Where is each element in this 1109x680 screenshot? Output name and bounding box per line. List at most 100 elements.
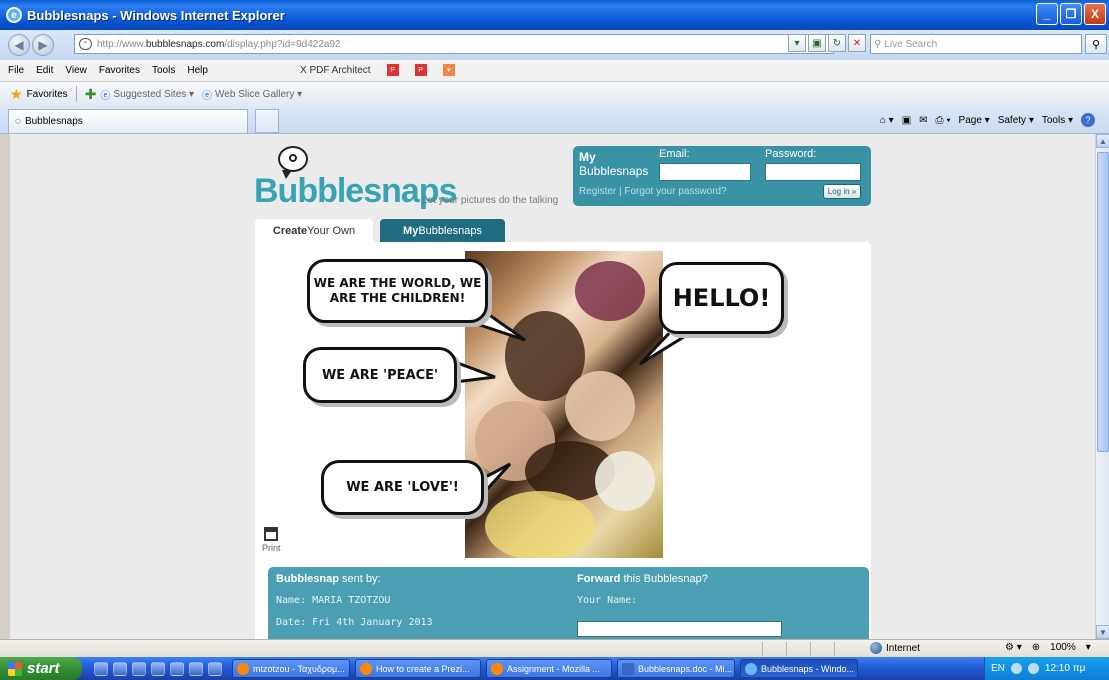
speech-bubble-peace[interactable]: WE ARE 'PEACE' <box>303 347 457 403</box>
print-link[interactable]: Print <box>262 527 281 553</box>
refresh-icon[interactable]: ↻ <box>828 34 846 52</box>
taskbar-button-label: Bubblesnaps.doc - Mi... <box>638 663 733 674</box>
pdf-architect-label[interactable]: X PDF Architect <box>300 65 371 76</box>
quicklaunch-icon[interactable] <box>208 661 222 676</box>
printer-icon <box>264 527 279 541</box>
dropdown-icon[interactable]: ▾ <box>788 34 806 52</box>
minimize-button[interactable]: _ <box>1036 3 1058 25</box>
suggested-sites-link[interactable]: Suggested Sites ▾ <box>113 89 194 100</box>
add-favorite-icon[interactable]: ✚ <box>85 86 97 103</box>
speech-bubble-world[interactable]: WE ARE THE WORLD, WE ARE THE CHILDREN! <box>307 259 488 323</box>
email-label: Email: <box>659 148 690 160</box>
home-icon[interactable]: ⌂ ▾ <box>880 115 894 126</box>
menu-edit[interactable]: Edit <box>36 65 53 76</box>
zoom-control[interactable]: ⚙ ▾ ⊕ 100% ▾ <box>1005 642 1091 653</box>
search-button[interactable]: ⚲ <box>1085 34 1107 54</box>
sender-panel: Bubblesnap sent by: Name: MARIA TZOTZOU … <box>268 567 869 639</box>
vertical-scrollbar[interactable]: ▲ ▼ <box>1095 134 1109 639</box>
print-icon[interactable]: ⎙ ▾ <box>936 115 951 126</box>
register-forgot-links[interactable]: Register | Forgot your password? <box>579 186 727 197</box>
zoom-level: 100% <box>1050 642 1076 653</box>
taskbar-button-active[interactable]: Bubblesnaps - Windo... <box>740 659 858 678</box>
search-placeholder: Live Search <box>884 38 938 50</box>
menu-help[interactable]: Help <box>187 65 208 76</box>
compatibility-icon[interactable]: ▣ <box>808 34 826 52</box>
pdf-convert-icon[interactable]: P <box>414 64 427 76</box>
tab-my-bubblesnaps[interactable]: My Bubblesnaps <box>380 219 505 242</box>
ie-page-icon: ⓔ <box>100 90 111 102</box>
mail-icon[interactable]: ✉ <box>919 115 927 126</box>
address-field[interactable]: ° http://www. bubblesnaps.com/display.php… <box>74 34 834 54</box>
forward-strong: Forward <box>577 573 621 585</box>
site-favicon: ° <box>79 38 92 50</box>
new-tab-button[interactable] <box>255 109 279 133</box>
quicklaunch-icon[interactable] <box>94 661 108 676</box>
close-button[interactable]: X <box>1084 3 1106 25</box>
taskbar-button[interactable]: Assignment - Mozilla ... <box>486 659 612 678</box>
command-bar: ⌂ ▾ ▣ ✉ ⎙ ▾ Page ▾ Safety ▾ Tools ▾ ? <box>880 113 1095 127</box>
tab-favicon: ◌ <box>15 116 21 127</box>
security-zone[interactable]: Internet <box>870 642 920 654</box>
password-label: Password: <box>765 148 817 160</box>
search-input[interactable]: ⚲ Live Search <box>870 34 1082 54</box>
help-icon[interactable]: ? <box>1081 113 1095 127</box>
pdf-icon[interactable]: P <box>386 64 399 76</box>
zoom-dropdown-icon[interactable]: ▾ <box>1086 642 1091 653</box>
bubble-world-text: WE ARE THE WORLD, WE ARE THE CHILDREN! <box>314 276 482 306</box>
bubble-world-line2: ARE THE CHILDREN! <box>329 291 466 305</box>
taskbar-button[interactable]: How to create a Prezi... <box>355 659 481 678</box>
taskbar-button[interactable]: Bubblesnaps.doc - Mi... <box>617 659 735 678</box>
page-menu[interactable]: Page ▾ <box>959 115 990 126</box>
speech-bubble-hello[interactable]: HELLO! <box>659 262 784 334</box>
quick-launch <box>94 661 222 676</box>
taskbar-button-label: Bubblesnaps - Windo... <box>761 663 855 674</box>
scroll-down-icon[interactable]: ▼ <box>1096 625 1109 639</box>
menu-favorites[interactable]: Favorites <box>99 65 140 76</box>
quicklaunch-icon[interactable] <box>189 661 203 676</box>
menu-tools[interactable]: Tools <box>152 65 175 76</box>
scroll-up-icon[interactable]: ▲ <box>1096 134 1109 148</box>
tab-bar: ◌ Bubblesnaps ⌂ ▾ ▣ ✉ ⎙ ▾ Page ▾ Safety … <box>0 106 1109 134</box>
tools-menu[interactable]: Tools ▾ <box>1042 115 1073 126</box>
login-button[interactable]: Log in » <box>823 184 861 199</box>
favorites-button[interactable]: Favorites <box>27 89 68 100</box>
tab-create-your-own[interactable]: Create Your Own <box>255 219 373 242</box>
your-name-label: Your Name: <box>577 595 638 606</box>
pdf-options-icon[interactable]: ▾ <box>442 64 455 76</box>
title-bar: e Bubblesnaps - Windows Internet Explore… <box>0 0 1109 30</box>
search-icon: ⚲ <box>874 38 882 50</box>
url-path: /display.php?id=9d422a92 <box>224 38 341 50</box>
menu-file[interactable]: File <box>8 65 24 76</box>
login-heading-my: My <box>579 150 596 164</box>
quicklaunch-icon[interactable] <box>170 661 184 676</box>
email-field[interactable] <box>659 163 751 181</box>
quicklaunch-icon[interactable] <box>113 661 127 676</box>
scroll-thumb[interactable] <box>1097 152 1109 452</box>
feeds-icon[interactable]: ▣ <box>902 115 911 126</box>
safety-menu[interactable]: Safety ▾ <box>998 115 1034 126</box>
maximize-button[interactable]: ❐ <box>1060 3 1082 25</box>
quicklaunch-icon[interactable] <box>151 661 165 676</box>
bubble-tail-3 <box>453 359 496 384</box>
separator <box>75 86 77 102</box>
forward-heading: Forward this Bubblesnap? <box>577 573 708 585</box>
start-button[interactable]: start <box>0 657 82 680</box>
taskbar-button[interactable]: mtzotzou - Ταχυδρομ... <box>232 659 350 678</box>
language-indicator[interactable]: EN <box>991 663 1005 674</box>
pdf-architect-toolbar: X PDF Architect P P ▾ <box>300 64 467 76</box>
back-button[interactable]: ◀ <box>8 34 30 56</box>
tab-bubblesnaps[interactable]: ◌ Bubblesnaps <box>8 109 248 133</box>
web-slice-gallery-link[interactable]: Web Slice Gallery ▾ <box>215 89 302 100</box>
password-field[interactable] <box>765 163 861 181</box>
protected-mode-icon[interactable]: ⚙ ▾ <box>1005 642 1022 653</box>
speech-bubble-love[interactable]: WE ARE 'LOVE'! <box>321 460 484 515</box>
tray-icon[interactable] <box>1010 663 1022 674</box>
tray-icon[interactable] <box>1027 663 1039 674</box>
quicklaunch-icon[interactable] <box>132 661 146 676</box>
forward-button[interactable]: ▶ <box>32 34 54 56</box>
your-name-field[interactable] <box>577 621 782 637</box>
menu-view[interactable]: View <box>65 65 87 76</box>
tab-label: Bubblesnaps <box>24 116 83 127</box>
stop-icon[interactable]: ✕ <box>848 34 866 52</box>
firefox-icon <box>237 662 249 675</box>
